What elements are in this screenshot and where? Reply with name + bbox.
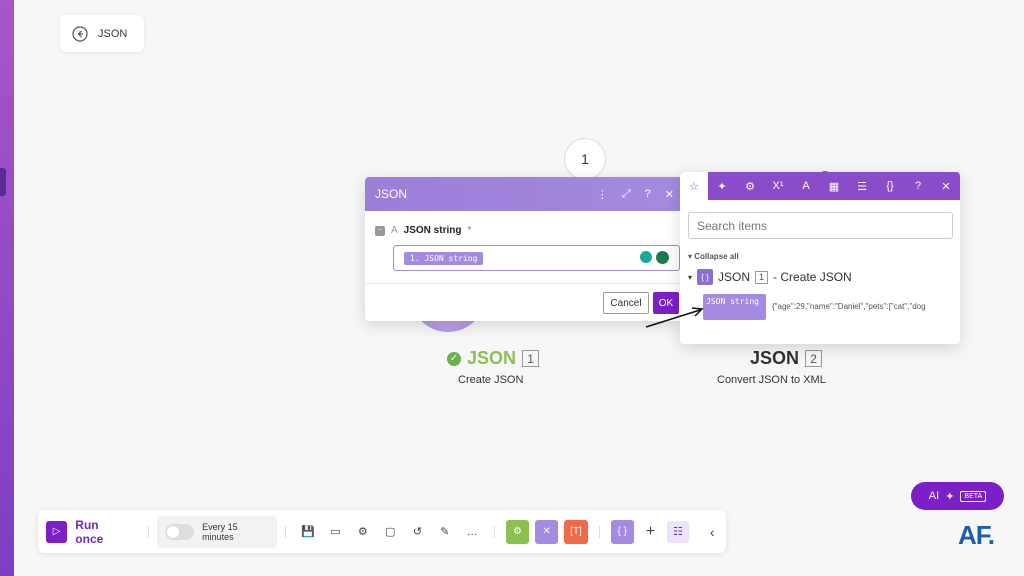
bottom-toolbar: ▷ Run once Every 15 minutes 💾 ▭ ⚙ ▢ ↺ ✎ …: [38, 510, 726, 553]
json-string-value: {"age":29,"name":"Daniel","pets":["cat",…: [772, 302, 926, 311]
text-icon[interactable]: A: [792, 172, 820, 200]
superscript-icon[interactable]: X¹: [764, 172, 792, 200]
field-label-row: − A JSON string *: [375, 225, 471, 236]
search-input[interactable]: Search items: [688, 212, 953, 239]
divider: [285, 525, 287, 538]
chevron-left-icon[interactable]: ‹: [702, 521, 723, 543]
undo-icon[interactable]: ↺: [407, 521, 428, 543]
panel-title: JSON: [375, 187, 408, 201]
json-string-input[interactable]: 1. JSON string: [393, 245, 680, 271]
annotation-arrow: [645, 307, 704, 328]
required-mark: *: [467, 225, 472, 236]
divider: [148, 525, 150, 538]
back-button[interactable]: JSON: [60, 15, 144, 52]
play-icon: ▷: [46, 520, 68, 543]
collapse-field-icon[interactable]: −: [375, 225, 385, 236]
json-module-icon[interactable]: { }: [610, 519, 634, 544]
schedule-toggle[interactable]: Every 15 minutes: [157, 515, 278, 548]
text-type-icon: A: [391, 225, 398, 236]
settings-icon[interactable]: ⚙: [352, 521, 373, 543]
magic-wand-icon[interactable]: ✎: [434, 521, 455, 543]
mapping-tabs: ☆ ✦ ⚙ X¹ A ▦ ☰ {} ? ✕: [680, 172, 960, 200]
help-icon[interactable]: ?: [904, 172, 932, 200]
assistant-icon[interactable]: [656, 251, 669, 264]
module-subtitle-2: Convert JSON to XML: [717, 374, 826, 386]
add-icon[interactable]: +: [640, 521, 661, 543]
beta-badge: BETA: [960, 490, 987, 502]
star-icon[interactable]: ☆: [680, 172, 708, 200]
sidebar-stripe: [0, 0, 14, 576]
mapping-panel: ☆ ✦ ⚙ X¹ A ▦ ☰ {} ? ✕ Search items ▾ Col…: [680, 172, 960, 344]
close-icon[interactable]: ✕: [665, 188, 674, 201]
check-icon: ✓: [447, 351, 461, 366]
divider: [493, 525, 495, 538]
module-title-2: JSON 2: [750, 348, 823, 369]
tree-module-name: JSON: [718, 270, 751, 284]
favorites-icon[interactable]: ☷: [667, 520, 689, 543]
tree-module-number: 1: [755, 270, 769, 284]
flow-control-icon[interactable]: ✕: [535, 519, 559, 544]
panel-header: JSON ⋮ ⤢ ? ✕: [365, 177, 684, 211]
help-icon[interactable]: ?: [645, 188, 651, 201]
module-subtitle-1: Create JSON: [458, 374, 524, 386]
close-icon[interactable]: ✕: [932, 172, 960, 200]
sidebar-toggle[interactable]: [0, 168, 6, 196]
route-number[interactable]: 1: [564, 138, 606, 180]
af-logo: AF.: [958, 520, 995, 550]
back-label: JSON: [98, 27, 128, 40]
sparkle-icon: ✦: [945, 490, 955, 503]
sparkle-icon[interactable]: ✦: [708, 172, 736, 200]
more-icon[interactable]: …: [462, 521, 483, 543]
tools-icon[interactable]: ⚙: [505, 519, 530, 544]
mapped-value-pill[interactable]: 1. JSON string: [404, 251, 484, 265]
text-parser-icon[interactable]: [T]: [564, 519, 588, 544]
divider: [598, 525, 600, 538]
calendar-icon[interactable]: ▦: [820, 172, 848, 200]
more-icon[interactable]: ⋮: [597, 188, 608, 201]
run-once-button[interactable]: ▷ Run once: [46, 510, 140, 553]
json-module-panel: JSON ⋮ ⤢ ? ✕ − A JSON string * 1. JSON s…: [365, 177, 684, 321]
module-title-1: ✓ JSON 1: [447, 348, 540, 369]
save-icon[interactable]: 💾: [297, 521, 318, 543]
table-icon[interactable]: ☰: [848, 172, 876, 200]
tree-module-row[interactable]: ▾ { } JSON 1 - Create JSON: [688, 269, 852, 285]
chevron-down-icon[interactable]: ▾: [688, 273, 692, 282]
braces-icon[interactable]: {}: [876, 172, 904, 200]
field-label: JSON string: [403, 225, 462, 236]
json-string-item[interactable]: JSON string: [703, 294, 766, 320]
location-icon[interactable]: [640, 251, 652, 263]
collapse-all-link[interactable]: ▾ Collapse all: [688, 252, 739, 261]
braces-icon: { }: [697, 269, 714, 285]
notes-icon[interactable]: ▢: [379, 521, 400, 543]
expand-icon[interactable]: ⤢: [622, 188, 631, 201]
arrow-left-icon: [72, 25, 88, 42]
auto-align-icon[interactable]: ▭: [325, 521, 346, 543]
divider: [365, 283, 684, 284]
gear-icon[interactable]: ⚙: [736, 172, 764, 200]
ai-assistant-button[interactable]: AI ✦ BETA: [911, 482, 1004, 510]
tree-module-suffix: - Create JSON: [773, 270, 852, 284]
schedule-switch[interactable]: [165, 523, 195, 540]
